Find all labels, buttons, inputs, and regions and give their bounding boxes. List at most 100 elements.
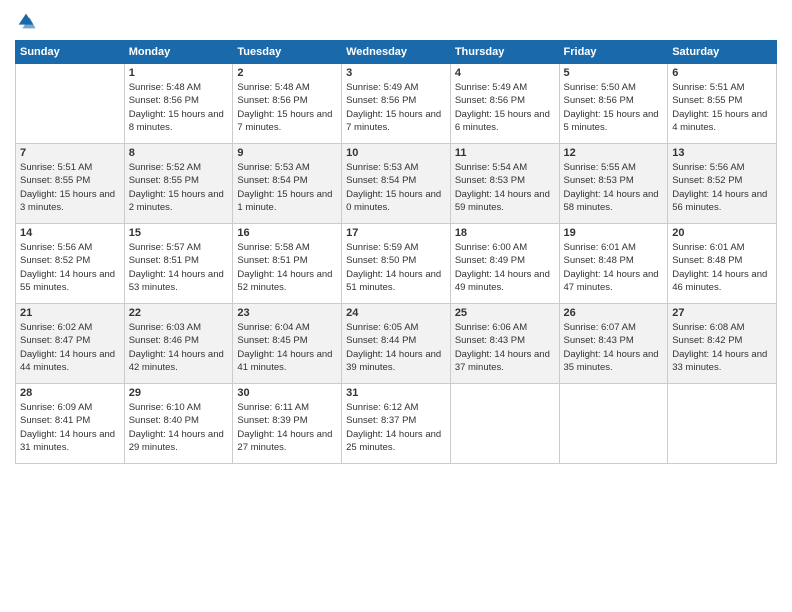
day-number: 26 [564, 307, 664, 319]
day-info: Sunrise: 5:56 AMSunset: 8:52 PMDaylight:… [20, 241, 120, 294]
day-cell [668, 384, 777, 464]
day-cell: 2Sunrise: 5:48 AMSunset: 8:56 PMDaylight… [233, 64, 342, 144]
day-number: 25 [455, 307, 555, 319]
day-number: 11 [455, 147, 555, 159]
day-info: Sunrise: 6:10 AMSunset: 8:40 PMDaylight:… [129, 401, 229, 454]
day-cell: 29 Sunrise: 6:10 AMSunset: 8:40 PMDayligh… [124, 384, 233, 464]
day-number: 6 [672, 67, 772, 79]
day-number: 1 [129, 67, 229, 79]
weekday-header-row: SundayMondayTuesdayWednesdayThursdayFrid… [16, 41, 777, 64]
day-cell: 12 Sunrise: 5:55 AMSunset: 8:53 PMDayligh… [559, 144, 668, 224]
day-cell: 18 Sunrise: 6:00 AMSunset: 8:49 PMDayligh… [450, 224, 559, 304]
calendar-container: SundayMondayTuesdayWednesdayThursdayFrid… [0, 0, 792, 612]
day-number: 27 [672, 307, 772, 319]
day-cell: 11 Sunrise: 5:54 AMSunset: 8:53 PMDayligh… [450, 144, 559, 224]
day-number: 5 [564, 67, 664, 79]
day-cell: 9Sunrise: 5:53 AMSunset: 8:54 PMDaylight… [233, 144, 342, 224]
day-cell: 5Sunrise: 5:50 AMSunset: 8:56 PMDaylight… [559, 64, 668, 144]
day-cell: 25 Sunrise: 6:06 AMSunset: 8:43 PMDayligh… [450, 304, 559, 384]
day-number: 15 [129, 227, 229, 239]
day-info: Sunrise: 6:06 AMSunset: 8:43 PMDaylight:… [455, 321, 555, 374]
weekday-header-wednesday: Wednesday [342, 41, 451, 64]
weekday-header-friday: Friday [559, 41, 668, 64]
day-info: Sunrise: 5:53 AMSunset: 8:54 PMDaylight:… [237, 161, 337, 214]
day-cell: 10Sunrise: 5:53 AMSunset: 8:54 PMDayligh… [342, 144, 451, 224]
day-cell [16, 64, 125, 144]
day-info: Sunrise: 5:51 AMSunset: 8:55 PMDaylight:… [20, 161, 120, 214]
day-cell: 26 Sunrise: 6:07 AMSunset: 8:43 PMDayligh… [559, 304, 668, 384]
day-info: Sunrise: 6:01 AMSunset: 8:48 PMDaylight:… [672, 241, 772, 294]
calendar-table: SundayMondayTuesdayWednesdayThursdayFrid… [15, 40, 777, 464]
day-number: 8 [129, 147, 229, 159]
day-info: Sunrise: 6:04 AMSunset: 8:45 PMDaylight:… [237, 321, 337, 374]
day-info: Sunrise: 5:48 AMSunset: 8:56 PMDaylight:… [129, 81, 229, 134]
day-cell: 24Sunrise: 6:05 AMSunset: 8:44 PMDayligh… [342, 304, 451, 384]
day-info: Sunrise: 5:55 AMSunset: 8:53 PMDaylight:… [564, 161, 664, 214]
day-info: Sunrise: 6:01 AMSunset: 8:48 PMDaylight:… [564, 241, 664, 294]
weekday-header-thursday: Thursday [450, 41, 559, 64]
day-cell: 28 Sunrise: 6:09 AMSunset: 8:41 PMDayligh… [16, 384, 125, 464]
day-info: Sunrise: 6:05 AMSunset: 8:44 PMDaylight:… [346, 321, 446, 374]
day-cell: 19 Sunrise: 6:01 AMSunset: 8:48 PMDayligh… [559, 224, 668, 304]
day-cell: 1 Sunrise: 5:48 AMSunset: 8:56 PMDaylight… [124, 64, 233, 144]
day-cell: 23 Sunrise: 6:04 AMSunset: 8:45 PMDayligh… [233, 304, 342, 384]
day-info: Sunrise: 6:12 AMSunset: 8:37 PMDaylight:… [346, 401, 446, 454]
day-cell: 22 Sunrise: 6:03 AMSunset: 8:46 PMDayligh… [124, 304, 233, 384]
day-cell: 14 Sunrise: 5:56 AMSunset: 8:52 PMDayligh… [16, 224, 125, 304]
day-info: Sunrise: 5:51 AMSunset: 8:55 PMDaylight:… [672, 81, 772, 134]
day-number: 19 [564, 227, 664, 239]
day-number: 20 [672, 227, 772, 239]
day-number: 4 [455, 67, 555, 79]
week-row-1: 1 Sunrise: 5:48 AMSunset: 8:56 PMDaylight… [16, 64, 777, 144]
day-cell [450, 384, 559, 464]
day-cell: 30Sunrise: 6:11 AMSunset: 8:39 PMDayligh… [233, 384, 342, 464]
day-cell: 20 Sunrise: 6:01 AMSunset: 8:48 PMDayligh… [668, 224, 777, 304]
day-cell [559, 384, 668, 464]
weekday-header-saturday: Saturday [668, 41, 777, 64]
day-number: 12 [564, 147, 664, 159]
day-info: Sunrise: 5:54 AMSunset: 8:53 PMDaylight:… [455, 161, 555, 214]
week-row-5: 28 Sunrise: 6:09 AMSunset: 8:41 PMDayligh… [16, 384, 777, 464]
day-info: Sunrise: 5:59 AMSunset: 8:50 PMDaylight:… [346, 241, 446, 294]
day-cell: 16 Sunrise: 5:58 AMSunset: 8:51 PMDayligh… [233, 224, 342, 304]
day-info: Sunrise: 5:48 AMSunset: 8:56 PMDaylight:… [237, 81, 337, 134]
day-number: 7 [20, 147, 120, 159]
day-number: 10 [346, 147, 446, 159]
day-info: Sunrise: 5:58 AMSunset: 8:51 PMDaylight:… [237, 241, 337, 294]
week-row-4: 21 Sunrise: 6:02 AMSunset: 8:47 PMDayligh… [16, 304, 777, 384]
day-info: Sunrise: 6:02 AMSunset: 8:47 PMDaylight:… [20, 321, 120, 374]
day-info: Sunrise: 5:49 AMSunset: 8:56 PMDaylight:… [346, 81, 446, 134]
day-number: 3 [346, 67, 446, 79]
day-number: 18 [455, 227, 555, 239]
day-number: 14 [20, 227, 120, 239]
day-cell: 15 Sunrise: 5:57 AMSunset: 8:51 PMDayligh… [124, 224, 233, 304]
day-info: Sunrise: 5:49 AMSunset: 8:56 PMDaylight:… [455, 81, 555, 134]
day-cell: 3 Sunrise: 5:49 AMSunset: 8:56 PMDaylight… [342, 64, 451, 144]
day-number: 21 [20, 307, 120, 319]
day-number: 23 [237, 307, 337, 319]
day-info: Sunrise: 5:57 AMSunset: 8:51 PMDaylight:… [129, 241, 229, 294]
day-cell: 27 Sunrise: 6:08 AMSunset: 8:42 PMDayligh… [668, 304, 777, 384]
day-number: 28 [20, 387, 120, 399]
logo [15, 10, 41, 32]
day-info: Sunrise: 6:00 AMSunset: 8:49 PMDaylight:… [455, 241, 555, 294]
day-cell: 6 Sunrise: 5:51 AMSunset: 8:55 PMDaylight… [668, 64, 777, 144]
day-number: 13 [672, 147, 772, 159]
weekday-header-monday: Monday [124, 41, 233, 64]
day-cell: 13 Sunrise: 5:56 AMSunset: 8:52 PMDayligh… [668, 144, 777, 224]
day-number: 29 [129, 387, 229, 399]
header [15, 10, 777, 32]
day-info: Sunrise: 5:52 AMSunset: 8:55 PMDaylight:… [129, 161, 229, 214]
day-info: Sunrise: 6:07 AMSunset: 8:43 PMDaylight:… [564, 321, 664, 374]
day-info: Sunrise: 6:08 AMSunset: 8:42 PMDaylight:… [672, 321, 772, 374]
day-number: 17 [346, 227, 446, 239]
day-info: Sunrise: 6:09 AMSunset: 8:41 PMDaylight:… [20, 401, 120, 454]
week-row-3: 14 Sunrise: 5:56 AMSunset: 8:52 PMDayligh… [16, 224, 777, 304]
day-number: 22 [129, 307, 229, 319]
day-cell: 21 Sunrise: 6:02 AMSunset: 8:47 PMDayligh… [16, 304, 125, 384]
day-info: Sunrise: 5:56 AMSunset: 8:52 PMDaylight:… [672, 161, 772, 214]
day-info: Sunrise: 6:03 AMSunset: 8:46 PMDaylight:… [129, 321, 229, 374]
weekday-header-tuesday: Tuesday [233, 41, 342, 64]
day-number: 16 [237, 227, 337, 239]
day-info: Sunrise: 6:11 AMSunset: 8:39 PMDaylight:… [237, 401, 337, 454]
